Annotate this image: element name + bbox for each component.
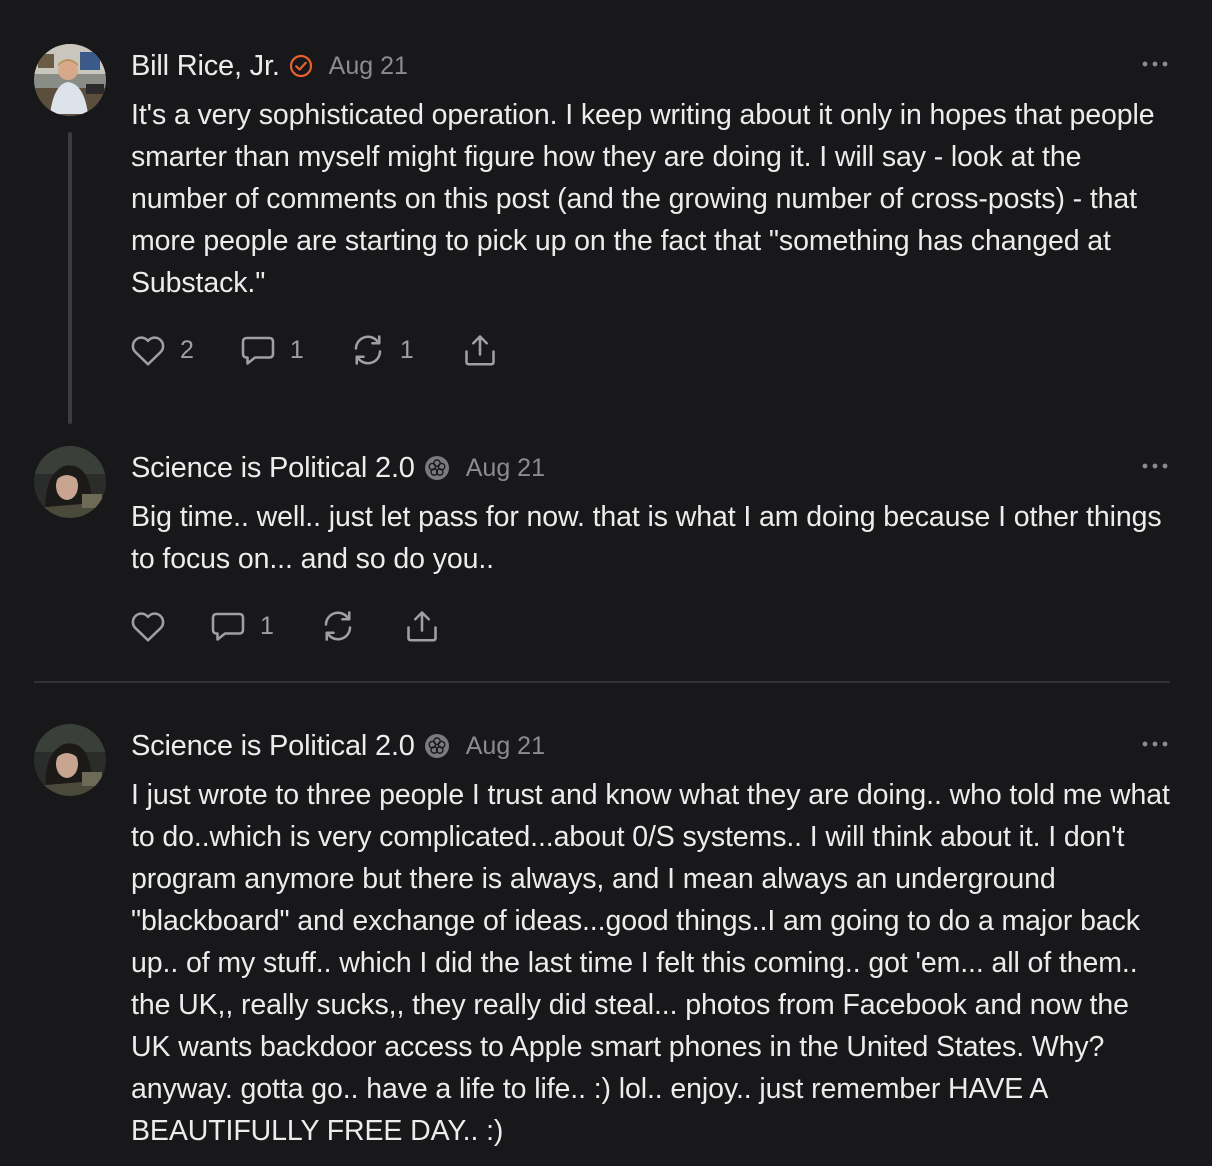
comment-bubble-icon <box>211 612 245 641</box>
comment-actions: 2 1 1 <box>130 330 498 370</box>
comment-date[interactable]: Aug 21 <box>329 52 408 81</box>
restack-button[interactable]: 1 <box>350 333 414 367</box>
verified-check-icon <box>289 54 313 78</box>
comment-bubble-icon <box>241 336 275 365</box>
share-button[interactable] <box>404 609 440 643</box>
like-button[interactable] <box>130 609 166 643</box>
reply-button[interactable]: 1 <box>210 609 274 643</box>
comment-date[interactable]: Aug 21 <box>466 454 545 483</box>
comment-header: Science is Political 2.0 Aug 21 <box>131 728 545 764</box>
like-count: 2 <box>180 335 194 364</box>
like-button[interactable]: 2 <box>130 333 194 367</box>
heart-icon <box>131 336 165 366</box>
share-button[interactable] <box>462 333 498 367</box>
share-icon <box>464 335 495 366</box>
comment-science-political-reply: Science is Political 2.0 Aug 21 Big time… <box>34 446 1170 666</box>
author-name[interactable]: Science is Political 2.0 <box>131 452 415 485</box>
comment-feed: Bill Rice, Jr. Aug 21 It's a very sophis… <box>0 0 1212 1166</box>
avatar[interactable] <box>34 446 106 518</box>
comment-date[interactable]: Aug 21 <box>466 732 545 761</box>
comment-header: Science is Political 2.0 Aug 21 <box>131 450 545 486</box>
more-options-button[interactable] <box>1140 454 1170 478</box>
restack-button[interactable] <box>320 609 356 643</box>
restack-icon <box>354 335 382 365</box>
ellipsis-icon <box>1142 741 1168 747</box>
more-options-button[interactable] <box>1140 732 1170 756</box>
reply-button[interactable]: 1 <box>240 333 304 367</box>
ellipsis-icon <box>1142 61 1168 67</box>
comment-header: Bill Rice, Jr. Aug 21 <box>131 48 408 84</box>
author-name[interactable]: Science is Political 2.0 <box>131 730 415 763</box>
comment-body: Big time.. well.. just let pass for now.… <box>131 501 1162 575</box>
comment-divider <box>34 681 1170 683</box>
restack-icon <box>324 611 352 641</box>
share-icon <box>407 611 437 642</box>
more-options-button[interactable] <box>1140 52 1170 76</box>
thread-line <box>68 132 72 424</box>
comment-bill-rice: Bill Rice, Jr. Aug 21 It's a very sophis… <box>34 44 1170 424</box>
flower-badge-icon <box>424 455 450 481</box>
avatar[interactable] <box>34 44 106 116</box>
comment-actions: 1 <box>130 606 440 646</box>
restack-count: 1 <box>399 335 414 364</box>
heart-icon <box>131 612 165 642</box>
reply-count: 1 <box>289 335 304 364</box>
reply-count: 1 <box>260 611 274 640</box>
comment-body: I just wrote to three people I trust and… <box>131 779 1170 1147</box>
ellipsis-icon <box>1142 463 1168 469</box>
comment-science-political: Science is Political 2.0 Aug 21 I just w… <box>34 724 1170 1164</box>
author-name[interactable]: Bill Rice, Jr. <box>131 50 280 83</box>
comment-body: It's a very sophisticated operation. I k… <box>131 99 1155 299</box>
flower-badge-icon <box>424 733 450 759</box>
avatar[interactable] <box>34 724 106 796</box>
